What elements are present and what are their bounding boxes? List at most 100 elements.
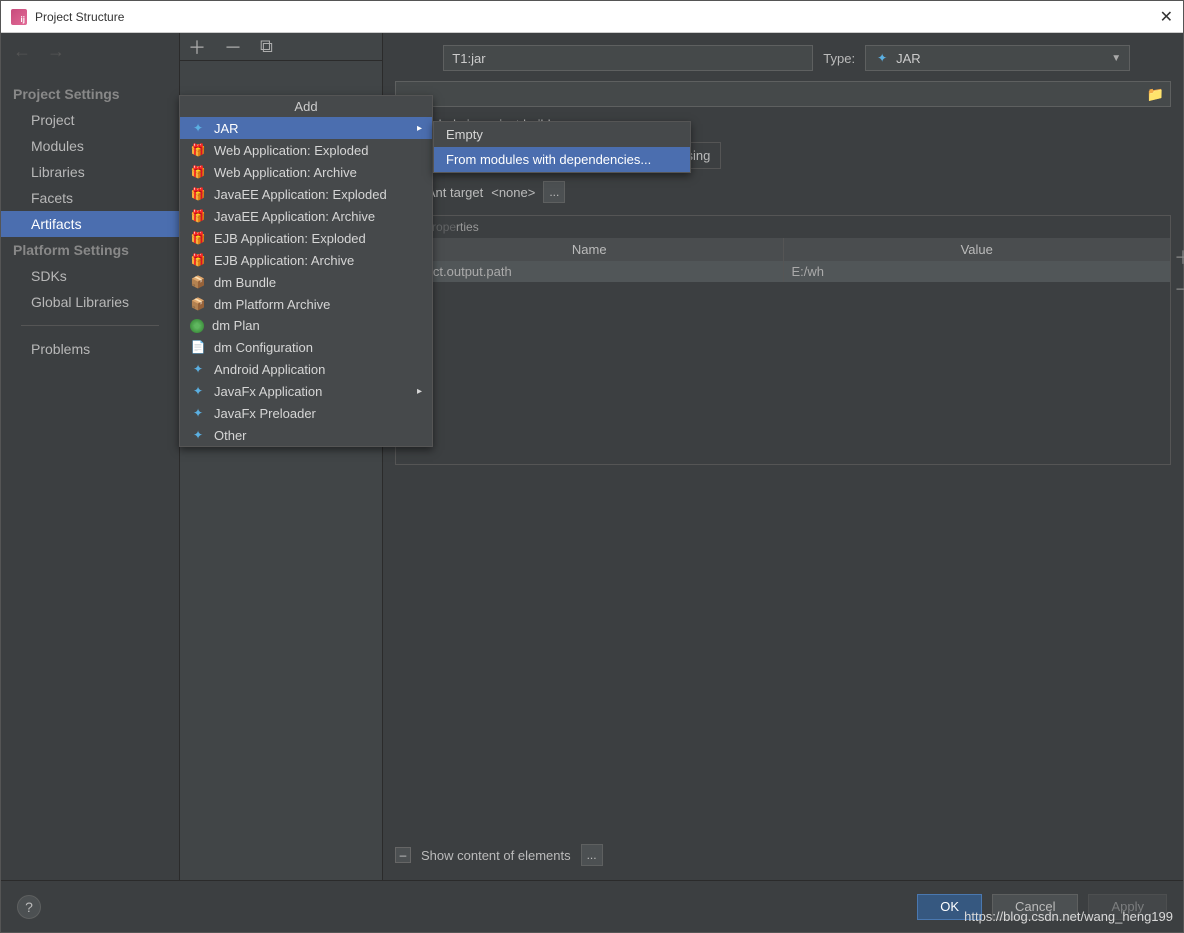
- add-menu-item-4[interactable]: 🎁JavaEE Application: Archive: [180, 205, 432, 227]
- add-menu-item-12[interactable]: ✦JavaFx Application▸: [180, 380, 432, 402]
- dialog-footer: ? OK Cancel Apply: [1, 880, 1183, 932]
- sidebar-item-facets[interactable]: Facets: [1, 185, 179, 211]
- diamond-icon: ✦: [190, 361, 206, 377]
- show-content-browse-button[interactable]: ...: [581, 844, 603, 866]
- add-menu-item-14[interactable]: ✦ Other: [180, 424, 432, 446]
- add-popup-title: Add: [180, 96, 432, 117]
- add-menu-item-0[interactable]: ✦ JAR ▸: [180, 117, 432, 139]
- sidebar-divider: [21, 325, 159, 326]
- add-menu-item-label: Other: [214, 428, 247, 443]
- add-menu-item-label: dm Configuration: [214, 340, 313, 355]
- add-menu-item-7[interactable]: 📦 dm Bundle: [180, 271, 432, 293]
- diamond-icon: ✦: [190, 120, 206, 136]
- plan-icon: ✦: [190, 319, 204, 333]
- close-icon[interactable]: ✕: [1160, 7, 1173, 27]
- show-content-label: Show content of elements: [421, 848, 571, 863]
- nav-arrows: ← →: [13, 41, 65, 62]
- ant-properties-remove-icon[interactable]: －: [1174, 276, 1184, 302]
- sidebar-item-artifacts[interactable]: Artifacts: [1, 211, 179, 237]
- add-menu-item-label: Web Application: Archive: [214, 165, 357, 180]
- gift-icon: 🎁: [190, 164, 206, 180]
- add-menu-item-label: Android Application: [214, 362, 325, 377]
- diamond-icon: ✦: [190, 427, 206, 443]
- collapse-icon[interactable]: –: [395, 847, 411, 863]
- add-menu-item-8[interactable]: 📦 dm Platform Archive: [180, 293, 432, 315]
- sidebar-item-problems[interactable]: Problems: [1, 336, 179, 362]
- apply-button[interactable]: Apply: [1088, 894, 1167, 920]
- name-input[interactable]: [443, 45, 813, 71]
- ant-properties-panel: Ant properties Name Value artifact.outpu…: [395, 215, 1171, 465]
- gbrown-icon: 🎁: [190, 230, 206, 246]
- jar-menu-item-0[interactable]: Empty: [434, 122, 690, 147]
- add-menu-item-label: JavaEE Application: Exploded: [214, 187, 387, 202]
- ant-target-label: Ant target: [427, 185, 483, 200]
- forward-icon[interactable]: →: [47, 41, 65, 62]
- folder-icon[interactable]: 📁: [1147, 86, 1164, 103]
- bundle-icon: 📦: [190, 274, 206, 290]
- add-menu-item-label: JavaFx Preloader: [214, 406, 316, 421]
- add-menu-item-6[interactable]: 🎁 EJB Application: Archive: [180, 249, 432, 271]
- sidebar-heading-platform-settings: Platform Settings: [1, 237, 179, 263]
- sidebar-item-libraries[interactable]: Libraries: [1, 159, 179, 185]
- ant-properties-title: Ant properties: [396, 216, 1170, 238]
- cfg-icon: 📄: [190, 339, 206, 355]
- bundle-icon: 📦: [190, 296, 206, 312]
- ant-target-browse-button[interactable]: ...: [543, 181, 565, 203]
- add-menu-item-label: dm Plan: [212, 318, 260, 333]
- gift2-icon: 🎁: [190, 208, 206, 224]
- sidebar-item-project[interactable]: Project: [1, 107, 179, 133]
- ant-properties-add-icon[interactable]: ＋: [1174, 244, 1184, 270]
- copy-icon[interactable]: ⧉: [260, 36, 273, 57]
- diamond-icon: ✦: [190, 405, 206, 421]
- ant-properties-th-value: Value: [784, 238, 1171, 261]
- ant-property-name: artifact.output.path: [396, 261, 784, 282]
- type-value: JAR: [896, 51, 921, 66]
- sidebar-item-sdks[interactable]: SDKs: [1, 263, 179, 289]
- jar-icon: ✦: [874, 50, 890, 66]
- add-menu-item-label: dm Bundle: [214, 275, 276, 290]
- add-menu-item-2[interactable]: 🎁 Web Application: Archive: [180, 161, 432, 183]
- add-icon[interactable]: ＋: [188, 34, 206, 60]
- ant-property-value: E:/wh: [784, 261, 1171, 282]
- sidebar-item-modules[interactable]: Modules: [1, 133, 179, 159]
- jar-menu-item-1[interactable]: From modules with dependencies...: [434, 147, 690, 172]
- gbrown-icon: 🎁: [190, 252, 206, 268]
- jar-submenu: EmptyFrom modules with dependencies...: [433, 121, 691, 173]
- back-icon[interactable]: ←: [13, 41, 31, 62]
- sidebar: Project Settings Project Modules Librari…: [1, 33, 179, 880]
- show-content-bar: – Show content of elements ...: [395, 832, 1171, 880]
- add-menu-item-label: EJB Application: Archive: [214, 253, 354, 268]
- cancel-button[interactable]: Cancel: [992, 894, 1078, 920]
- add-menu-item-11[interactable]: ✦ Android Application: [180, 358, 432, 380]
- add-menu-item-label: EJB Application: Exploded: [214, 231, 366, 246]
- ok-button[interactable]: OK: [917, 894, 982, 920]
- add-menu-item-9[interactable]: ✦ dm Plan: [180, 315, 432, 336]
- add-menu-item-1[interactable]: 🎁Web Application: Exploded: [180, 139, 432, 161]
- intellij-icon: [11, 9, 27, 25]
- output-directory-input[interactable]: 📁: [395, 81, 1171, 107]
- add-menu-item-3[interactable]: 🎁 JavaEE Application: Exploded: [180, 183, 432, 205]
- add-menu-item-10[interactable]: 📄 dm Configuration: [180, 336, 432, 358]
- submenu-arrow-icon: ▸: [417, 123, 422, 134]
- ant-target-row: Run Ant target <none> ...: [395, 181, 1171, 203]
- window-title: Project Structure: [35, 10, 124, 24]
- main: ← → Project Settings Project Modules Lib…: [1, 33, 1183, 880]
- sidebar-item-global-libraries[interactable]: Global Libraries: [1, 289, 179, 315]
- add-menu-item-13[interactable]: ✦ JavaFx Preloader: [180, 402, 432, 424]
- add-popup-menu: Add ✦ JAR ▸ 🎁Web Application: Exploded 🎁 Web …: [179, 95, 433, 447]
- ant-properties-buttons: ＋ －: [1174, 244, 1184, 302]
- ant-properties-header-row: Name Value: [396, 238, 1170, 261]
- type-select[interactable]: ✦ JAR ▼: [865, 45, 1130, 71]
- gift2-icon: 🎁: [190, 186, 206, 202]
- add-menu-item-5[interactable]: 🎁 EJB Application: Exploded: [180, 227, 432, 249]
- remove-icon[interactable]: －: [224, 34, 242, 60]
- diamond-icon: ✦: [190, 383, 206, 399]
- help-icon[interactable]: ?: [17, 895, 41, 919]
- add-menu-item-label: JavaFx Application: [214, 384, 322, 399]
- ant-properties-th-name: Name: [396, 238, 784, 261]
- ant-target-value: <none>: [491, 185, 535, 200]
- add-menu-item-label: dm Platform Archive: [214, 297, 330, 312]
- chevron-down-icon: ▼: [1111, 53, 1121, 64]
- add-menu-item-label: JAR: [214, 121, 239, 136]
- ant-properties-row[interactable]: artifact.output.path E:/wh: [396, 261, 1170, 282]
